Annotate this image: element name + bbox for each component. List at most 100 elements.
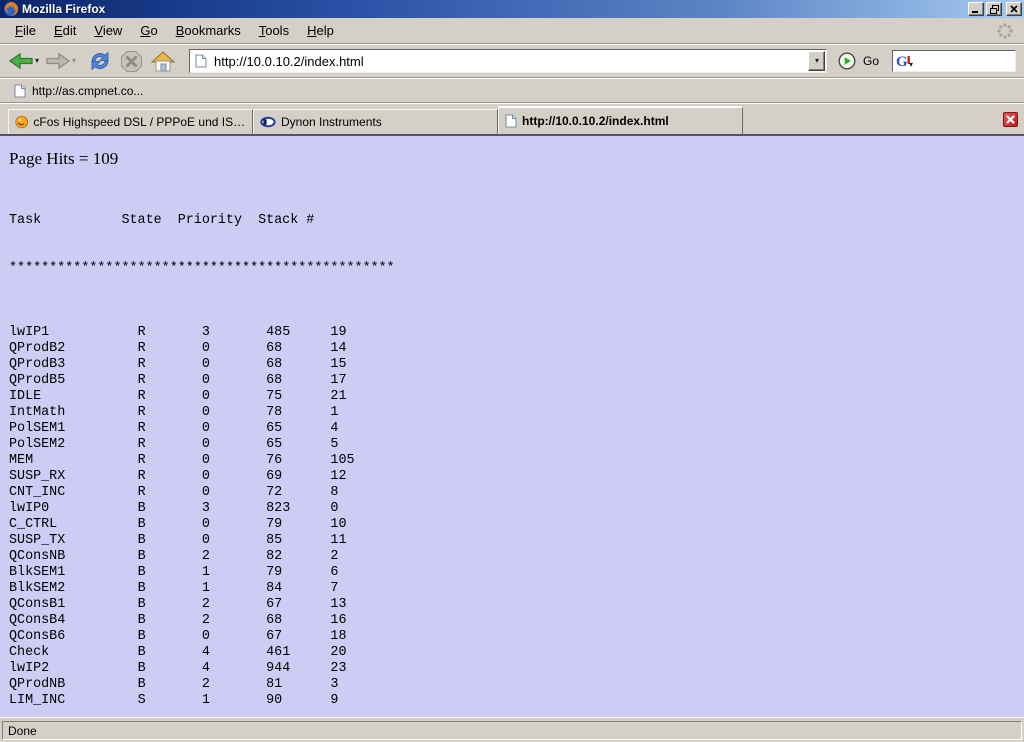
tab-label: cFos Highspeed DSL / PPPoE und ISDN CAP.… <box>33 115 246 129</box>
forward-button[interactable]: ▾ <box>45 51 76 71</box>
table-cell: R <box>138 453 202 469</box>
column-header-state: State <box>121 213 177 229</box>
url-input[interactable]: http://10.0.10.2/index.html <box>214 54 364 69</box>
search-input[interactable]: G ▾ <box>892 50 1016 72</box>
menu-tools[interactable]: Tools <box>250 20 298 41</box>
table-cell: 65 <box>266 421 330 437</box>
table-cell: 2 <box>202 597 266 613</box>
menu-view[interactable]: View <box>85 20 131 41</box>
column-header-task: Task <box>9 213 121 229</box>
table-row: MEMR076105 <box>9 453 1024 469</box>
table-row: C_CTRLB07910 <box>9 517 1024 533</box>
close-button[interactable] <box>1006 2 1022 16</box>
tab-close-button[interactable] <box>1003 112 1018 127</box>
forward-dropdown-icon[interactable]: ▾ <box>72 57 76 65</box>
table-cell: 79 <box>266 517 330 533</box>
tab-cfos[interactable]: cFos Highspeed DSL / PPPoE und ISDN CAP.… <box>8 109 253 134</box>
table-cell: 10 <box>330 517 346 533</box>
tab-dynon[interactable]: Dynon Instruments <box>253 109 498 134</box>
table-row: lwIP0B38230 <box>9 501 1024 517</box>
table-cell: 485 <box>266 325 330 341</box>
table-cell: R <box>138 437 202 453</box>
table-cell: 0 <box>202 629 266 645</box>
table-cell: 3 <box>202 501 266 517</box>
table-cell: B <box>138 517 202 533</box>
restore-button[interactable] <box>986 2 1002 16</box>
table-cell: 823 <box>266 501 330 517</box>
table-cell: 0 <box>202 533 266 549</box>
table-cell: 78 <box>266 405 330 421</box>
back-dropdown-icon[interactable]: ▾ <box>35 57 39 65</box>
table-cell: R <box>138 421 202 437</box>
table-cell: 0 <box>202 341 266 357</box>
table-cell: 0 <box>202 421 266 437</box>
table-cell: B <box>138 565 202 581</box>
reload-icon <box>88 50 112 72</box>
menu-help[interactable]: Help <box>298 20 343 41</box>
table-cell: 0 <box>202 469 266 485</box>
table-row: BlkSEM1B1796 <box>9 565 1024 581</box>
table-cell: 75 <box>266 389 330 405</box>
table-cell: B <box>138 549 202 565</box>
forward-icon <box>45 51 71 71</box>
back-button[interactable]: ▾ <box>8 51 39 71</box>
title-bar: Mozilla Firefox <box>0 0 1024 18</box>
table-cell: 0 <box>202 453 266 469</box>
table-cell: 16 <box>330 613 346 629</box>
table-cell: 0 <box>202 373 266 389</box>
table-cell: QProdB5 <box>9 373 138 389</box>
tab-index-html[interactable]: http://10.0.10.2/index.html <box>498 106 743 134</box>
table-row: LIM_INCS1909 <box>9 693 1024 709</box>
tab-label: http://10.0.10.2/index.html <box>522 114 669 128</box>
table-cell: 1 <box>330 405 338 421</box>
table-cell: 9 <box>330 693 338 709</box>
table-cell: 1 <box>202 693 266 709</box>
table-row: BlkSEM2B1847 <box>9 581 1024 597</box>
window-title: Mozilla Firefox <box>22 2 966 16</box>
table-cell: B <box>138 613 202 629</box>
url-dropdown-button[interactable]: ▾ <box>808 51 825 71</box>
navigation-toolbar: ▾ ▾ http://10.0.10.2/index.html ▾ Go G ▾ <box>0 44 1024 78</box>
table-cell: B <box>138 677 202 693</box>
table-cell: 4 <box>330 421 338 437</box>
table-cell: 0 <box>202 405 266 421</box>
minimize-button[interactable] <box>968 2 984 16</box>
table-cell: 17 <box>330 373 346 389</box>
home-icon <box>151 51 175 72</box>
search-engine-dropdown-icon[interactable]: ▾ <box>909 61 913 69</box>
tab-label: Dynon Instruments <box>281 115 382 129</box>
table-cell: 13 <box>330 597 346 613</box>
table-cell: B <box>138 661 202 677</box>
stop-button[interactable] <box>120 50 143 73</box>
table-row: CheckB446120 <box>9 645 1024 661</box>
table-cell: R <box>138 469 202 485</box>
table-cell: QProdB3 <box>9 357 138 373</box>
table-cell: BlkSEM1 <box>9 565 138 581</box>
table-cell: BlkSEM2 <box>9 581 138 597</box>
table-cell: 20 <box>330 645 346 661</box>
table-cell: 68 <box>266 373 330 389</box>
table-cell: MEM <box>9 453 138 469</box>
home-button[interactable] <box>151 51 175 72</box>
go-button[interactable]: Go <box>833 50 884 72</box>
back-icon <box>8 51 34 71</box>
menu-bookmarks[interactable]: Bookmarks <box>167 20 250 41</box>
table-cell: 2 <box>202 549 266 565</box>
table-cell: 1 <box>202 565 266 581</box>
dynon-icon <box>260 114 276 130</box>
url-bar[interactable]: http://10.0.10.2/index.html ▾ <box>189 49 827 73</box>
reload-button[interactable] <box>88 50 112 72</box>
table-cell: 14 <box>330 341 346 357</box>
menu-file[interactable]: File <box>6 20 45 41</box>
table-cell: QConsB1 <box>9 597 138 613</box>
bookmark-item[interactable]: http://as.cmpnet.co... <box>10 82 147 100</box>
table-cell: R <box>138 405 202 421</box>
menu-go[interactable]: Go <box>131 20 166 41</box>
bookmark-label: http://as.cmpnet.co... <box>32 84 143 98</box>
table-cell: B <box>138 533 202 549</box>
table-cell: QProdB2 <box>9 341 138 357</box>
table-cell: 7 <box>330 581 338 597</box>
menu-edit[interactable]: Edit <box>45 20 85 41</box>
table-cell: 11 <box>330 533 346 549</box>
table-row: PolSEM1R0654 <box>9 421 1024 437</box>
